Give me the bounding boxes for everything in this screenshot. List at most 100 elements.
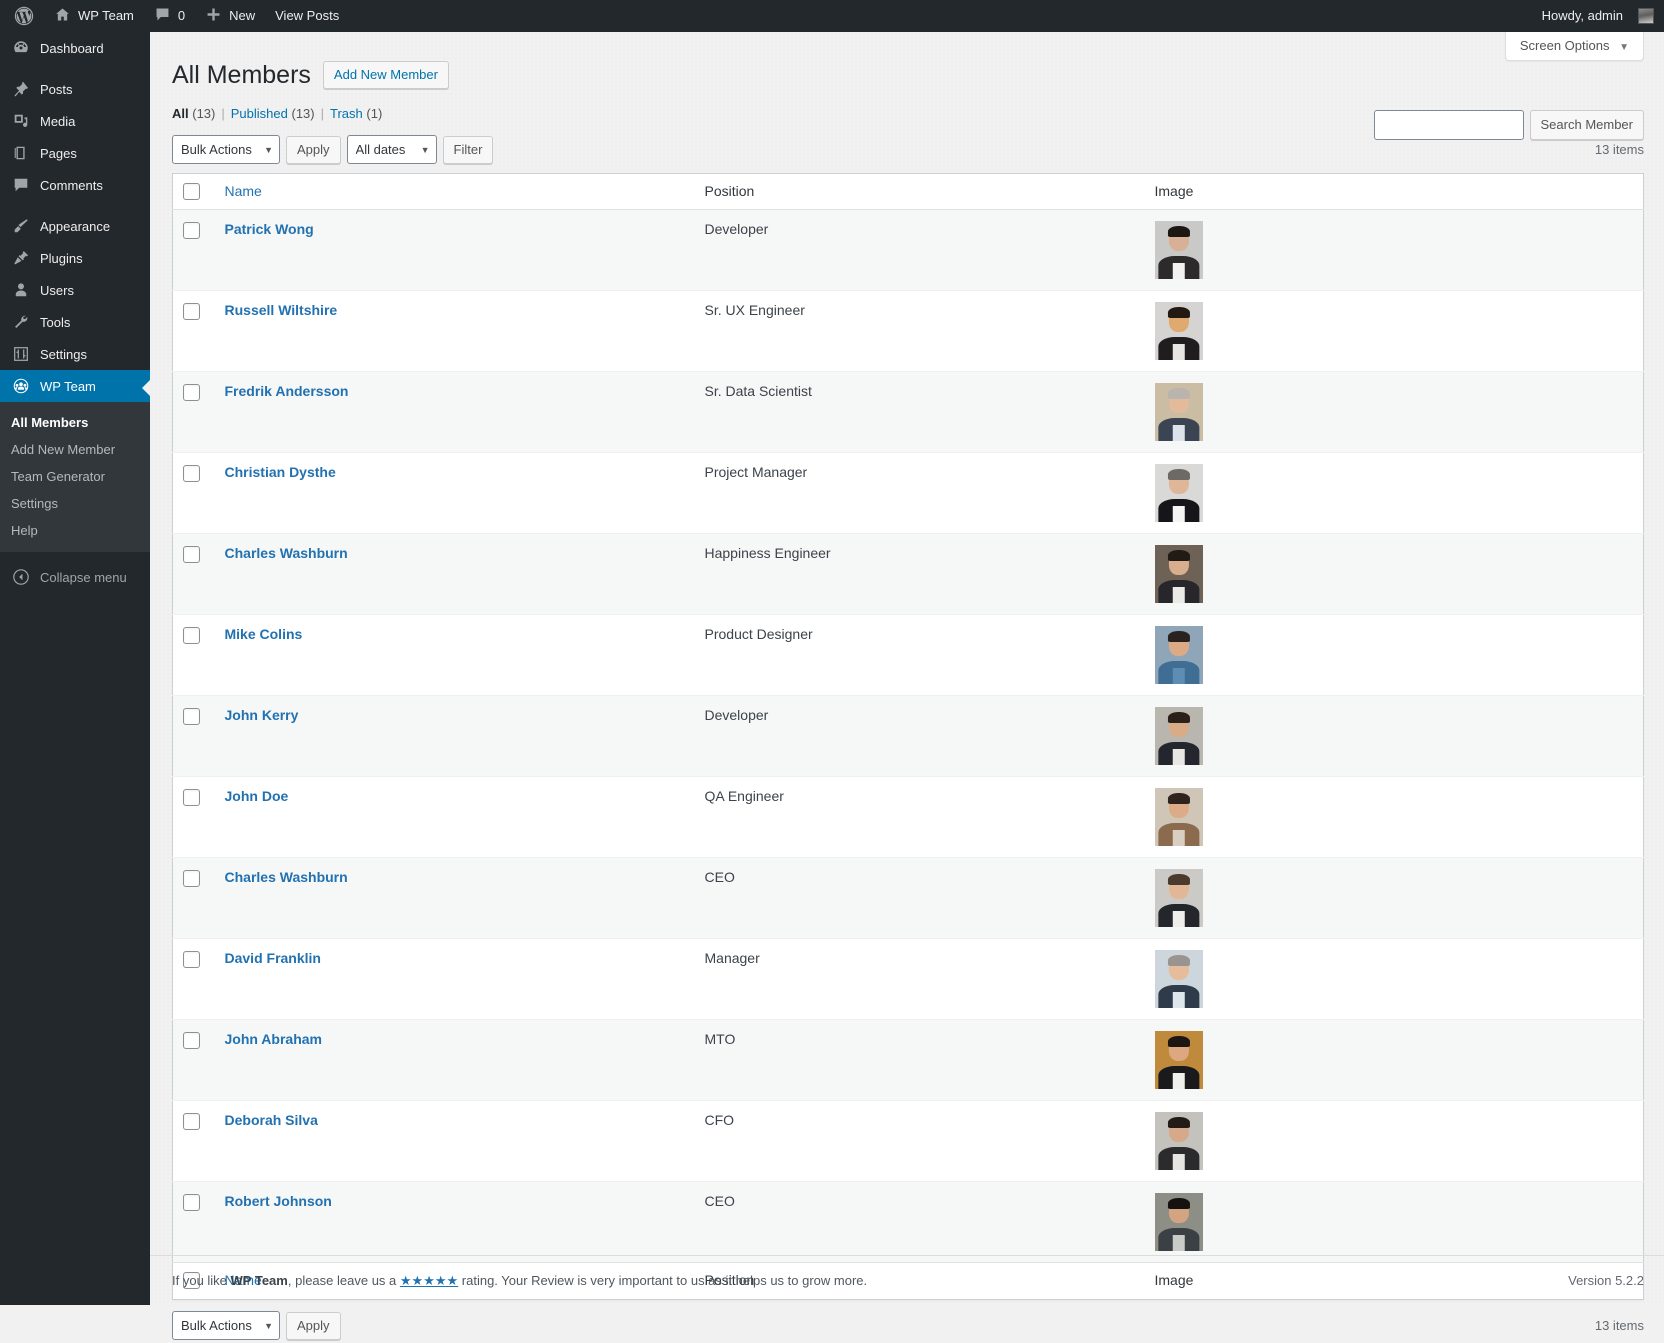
member-image-cell [1145,372,1644,453]
row-select-cell [173,372,215,453]
row-checkbox[interactable] [183,1194,200,1211]
member-name-link[interactable]: John Kerry [225,707,299,723]
row-checkbox[interactable] [183,465,200,482]
member-image-cell [1145,210,1644,291]
member-image-cell [1145,534,1644,615]
table-row[interactable]: David FranklinManager [173,939,1644,1020]
member-name-link[interactable]: Charles Washburn [225,869,348,885]
view-filter-published[interactable]: Published (13) [231,106,315,121]
row-checkbox[interactable] [183,870,200,887]
row-checkbox[interactable] [183,1032,200,1049]
adminbar-new-content[interactable]: New [195,0,265,32]
row-checkbox[interactable] [183,1113,200,1130]
member-name-link[interactable]: John Doe [225,788,289,804]
bulk-actions-select[interactable]: Bulk Actions [172,135,280,164]
column-header-name-label[interactable]: Name [225,183,262,199]
sidebar-item-posts[interactable]: Posts [0,73,150,105]
chevron-down-icon: ▼ [1619,42,1629,53]
select-all-checkbox-top[interactable] [183,183,200,200]
admin-bar: WP Team 0 New View Posts Howdy, admin [0,0,1664,32]
sidebar-item-comments[interactable]: Comments [0,169,150,201]
table-row[interactable]: Patrick WongDeveloper [173,210,1644,291]
table-row[interactable]: Robert JohnsonCEO [173,1182,1644,1263]
admin-footer: If you like WP Team, please leave us a ★… [150,1255,1664,1305]
adminbar-my-account[interactable]: Howdy, admin [1532,0,1654,32]
sidebar-item-wp-team[interactable]: WP Team [0,370,150,402]
row-checkbox[interactable] [183,303,200,320]
filter-button[interactable]: Filter [443,136,494,164]
screen-options-toggle[interactable]: Screen Options ▼ [1505,32,1644,61]
table-row[interactable]: Deborah SilvaCFO [173,1101,1644,1182]
member-position-cell: Developer [695,696,1145,777]
row-checkbox[interactable] [183,627,200,644]
view-filter-trash-label[interactable]: Trash [330,106,363,121]
home-icon [54,6,71,26]
sidebar-subitem-add-new-member[interactable]: Add New Member [0,436,150,463]
member-image-cell [1145,939,1644,1020]
table-row[interactable]: John AbrahamMTO [173,1020,1644,1101]
sidebar-item-label: Settings [40,347,87,362]
member-name-link[interactable]: Christian Dysthe [225,464,336,480]
table-row[interactable]: Russell Wiltshire Sr. UX Engineer [173,291,1644,372]
member-name-link[interactable]: John Abraham [225,1031,323,1047]
table-row[interactable]: Fredrik AnderssonSr. Data Scientist [173,372,1644,453]
apply-button-top[interactable]: Apply [286,136,341,164]
row-select-cell [173,1101,215,1182]
plus-icon [205,6,222,26]
table-row[interactable]: Charles WashburnHappiness Engineer [173,534,1644,615]
row-checkbox[interactable] [183,222,200,239]
member-name-link[interactable]: Fredrik Andersson [225,383,349,399]
member-name-link[interactable]: Robert Johnson [225,1193,332,1209]
members-table: Name Position Image Patrick WongDevelope… [172,173,1644,1300]
member-name-link[interactable]: Mike Colins [225,626,303,642]
view-filter-trash[interactable]: Trash (1) [330,106,382,121]
view-filter-published-label[interactable]: Published [231,106,288,121]
sidebar-item-pages[interactable]: Pages [0,137,150,169]
adminbar-comments[interactable]: 0 [144,0,195,32]
sidebar-item-media[interactable]: Media [0,105,150,137]
adminbar-wp-logo[interactable] [4,0,44,32]
row-checkbox[interactable] [183,384,200,401]
column-header-name[interactable]: Name [215,173,695,210]
row-checkbox[interactable] [183,789,200,806]
comment-bubble-icon [154,6,171,26]
table-row[interactable]: Christian Dysthe Project Manager [173,453,1644,534]
footer-star-rating-link[interactable]: ★★★★★ [400,1273,458,1288]
adminbar-site-name[interactable]: WP Team [44,0,144,32]
member-name-link[interactable]: Deborah Silva [225,1112,318,1128]
sidebar-subitem-team-generator[interactable]: Team Generator [0,463,150,490]
member-name-link[interactable]: Patrick Wong [225,221,314,237]
member-position-cell: Project Manager [695,453,1145,534]
sidebar-item-plugins[interactable]: Plugins [0,242,150,274]
sidebar-item-settings[interactable]: Settings [0,338,150,370]
adminbar-view-posts[interactable]: View Posts [265,0,349,32]
sidebar-subitem-help[interactable]: Help [0,517,150,544]
sidebar-item-appearance[interactable]: Appearance [0,210,150,242]
member-image-cell [1145,1101,1644,1182]
member-name-link[interactable]: Charles Washburn [225,545,348,561]
sidebar-subitem-settings[interactable]: Settings [0,490,150,517]
sidebar-item-users[interactable]: Users [0,274,150,306]
add-new-member-button[interactable]: Add New Member [323,61,449,89]
member-name-link[interactable]: David Franklin [225,950,321,966]
table-row[interactable]: John Kerry Developer [173,696,1644,777]
bulk-actions-select-bottom[interactable]: Bulk Actions [172,1311,280,1340]
adminbar-comments-count: 0 [178,0,185,32]
row-checkbox[interactable] [183,708,200,725]
date-filter-select[interactable]: All dates [347,135,437,164]
row-checkbox[interactable] [183,951,200,968]
row-checkbox[interactable] [183,546,200,563]
member-name-link[interactable]: Russell Wiltshire [225,302,338,318]
sidebar-item-tools[interactable]: Tools [0,306,150,338]
view-filter-all-label[interactable]: All [172,106,189,121]
sidebar-subitem-all-members[interactable]: All Members [0,409,150,436]
member-position-cell: Sr. UX Engineer [695,291,1145,372]
collapse-menu-button[interactable]: Collapse menu [0,560,150,594]
member-photo [1155,302,1203,360]
apply-button-bottom[interactable]: Apply [286,1312,341,1340]
table-row[interactable]: John DoeQA Engineer [173,777,1644,858]
sidebar-item-dashboard[interactable]: Dashboard [0,32,150,64]
view-filter-all[interactable]: All (13) [172,106,215,121]
table-row[interactable]: Charles WashburnCEO [173,858,1644,939]
table-row[interactable]: Mike ColinsProduct Designer [173,615,1644,696]
